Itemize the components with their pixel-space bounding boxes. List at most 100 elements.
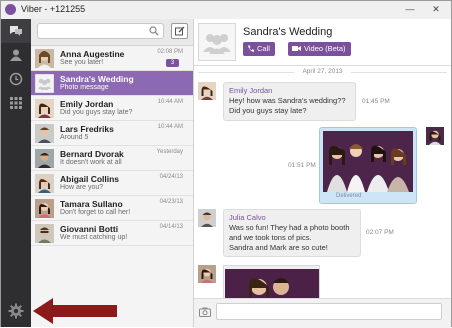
- video-label: Video (Beta): [304, 44, 346, 53]
- message-composer: [194, 298, 451, 328]
- last-message: Did you guys stay late?: [60, 109, 133, 116]
- group-avatar-icon: [203, 34, 231, 54]
- search-icon: [149, 26, 159, 36]
- rail-contacts[interactable]: [1, 43, 31, 67]
- contact-name: Tamara Sullano: [60, 199, 123, 209]
- call-label: Call: [257, 44, 270, 53]
- message-time: 04/14/13: [159, 224, 183, 230]
- message-text: Was so fun! They had a photo booth: [229, 223, 350, 232]
- close-button[interactable]: ✕: [429, 3, 443, 15]
- message-time: Yesterday: [156, 149, 183, 155]
- sender-name: Julia Calvo: [229, 213, 266, 222]
- conversation-item[interactable]: Abigail Collins How are you? 04/24/13: [31, 171, 193, 196]
- chat-panel: Sandra's Wedding Call Video (Beta) April…: [194, 19, 451, 328]
- contact-name: Lars Fredriks: [60, 124, 114, 134]
- search-bar: [31, 19, 193, 46]
- avatar: [198, 265, 216, 283]
- chat-bubbles-icon: [10, 26, 22, 36]
- incoming-photo-message[interactable]: [223, 265, 320, 298]
- message-time: 01:45 PM: [362, 98, 390, 105]
- last-message: We must catching up!: [60, 234, 128, 241]
- photo-image: [225, 269, 319, 298]
- message-bubble: Emily Jordan Hey! how was Sandra's weddi…: [223, 82, 356, 121]
- contact-name: Sandra's Wedding: [60, 74, 134, 84]
- message-text: Sandra and Mark are so cute!: [229, 243, 328, 252]
- photo-image: [323, 131, 413, 192]
- contact-name: Anna Augestine: [60, 49, 125, 59]
- conversation-item[interactable]: Lars Fredriks Around 5 10:44 AM: [31, 121, 193, 146]
- avatar: [35, 124, 54, 143]
- chat-title: Sandra's Wedding: [243, 26, 333, 38]
- avatar: [198, 209, 216, 227]
- message-time: 10:44 AM: [157, 124, 183, 130]
- compose-icon: [175, 26, 185, 36]
- conversation-item[interactable]: Emily Jordan Did you guys stay late? 10:…: [31, 96, 193, 121]
- contact-name: Emily Jordan: [60, 99, 114, 109]
- message-time: 10:44 AM: [157, 99, 183, 105]
- conversation-item-selected[interactable]: Sandra's Wedding Photo message: [31, 71, 193, 96]
- outgoing-photo-message[interactable]: Delivered: [319, 127, 417, 204]
- viber-logo-icon: [5, 4, 16, 15]
- last-message: See you later!: [60, 59, 104, 66]
- message-time: 02:08 PM: [157, 49, 183, 55]
- camera-icon[interactable]: [199, 307, 211, 317]
- message-text: and we took tons of pics.: [229, 233, 312, 242]
- viber-window: Viber - +121255 — ✕ Anna Augestine See y…: [0, 0, 452, 328]
- avatar: [35, 224, 54, 243]
- last-message: Photo message: [60, 84, 109, 91]
- left-rail: [1, 19, 31, 327]
- contacts-icon: [10, 49, 22, 61]
- conversation-item[interactable]: Bernard Dvorak It doesn't work at all Ye…: [31, 146, 193, 171]
- sender-name: Emily Jordan: [229, 86, 273, 95]
- annotation-arrow-icon: [33, 298, 117, 324]
- conversation-list-panel: Anna Augestine See you later! 02:08 PM 3…: [31, 19, 194, 327]
- dialpad-icon: [10, 97, 22, 109]
- recents-clock-icon: [9, 72, 23, 86]
- last-message: How are you?: [60, 184, 104, 191]
- conversation-list: Anna Augestine See you later! 02:08 PM 3…: [31, 46, 193, 246]
- avatar: [35, 49, 54, 68]
- video-call-button[interactable]: Video (Beta): [288, 42, 351, 56]
- avatar: [198, 82, 216, 100]
- message-text: Hey! how was Sandra's wedding??: [229, 96, 346, 105]
- contact-name: Giovanni Botti: [60, 224, 119, 234]
- rail-settings[interactable]: [1, 299, 31, 323]
- avatar: [35, 149, 54, 168]
- avatar: [35, 99, 54, 118]
- group-avatar: [198, 23, 236, 61]
- conversation-item[interactable]: Tamara Sullano Don't forget to call her!…: [31, 196, 193, 221]
- rail-recents[interactable]: [1, 67, 31, 91]
- message-bubble: Julia Calvo Was so fun! They had a photo…: [223, 209, 361, 257]
- message-time: 04/24/13: [159, 174, 183, 180]
- message-time: 01:51 PM: [288, 162, 316, 169]
- contact-name: Abigail Collins: [60, 174, 120, 184]
- title-bar: Viber - +121255 — ✕: [1, 1, 451, 20]
- phone-icon: [248, 45, 255, 52]
- message-input[interactable]: [216, 303, 442, 320]
- window-title: Viber - +121255: [21, 4, 86, 14]
- conversation-item[interactable]: Anna Augestine See you later! 02:08 PM 3: [31, 46, 193, 71]
- last-message: It doesn't work at all: [60, 159, 122, 166]
- group-avatar-icon: [35, 74, 54, 93]
- rail-chats[interactable]: [1, 19, 31, 43]
- unread-badge: 3: [166, 59, 179, 67]
- delivered-status: Delivered: [336, 193, 362, 199]
- compose-button[interactable]: [171, 23, 188, 39]
- date-divider-right: [351, 72, 447, 73]
- conversation-item[interactable]: Giovanni Botti We must catching up! 04/1…: [31, 221, 193, 246]
- avatar: [35, 199, 54, 218]
- avatar: [35, 174, 54, 193]
- last-message: Around 5: [60, 134, 89, 141]
- avatar: [426, 127, 444, 145]
- video-camera-icon: [292, 46, 301, 51]
- contact-name: Bernard Dvorak: [60, 149, 124, 159]
- rail-dialpad[interactable]: [1, 91, 31, 115]
- call-button[interactable]: Call: [243, 42, 275, 56]
- search-input[interactable]: [37, 23, 164, 39]
- message-text: Did you guys stay late?: [229, 106, 307, 115]
- message-time: 02:07 PM: [366, 229, 394, 236]
- chat-header: Sandra's Wedding Call Video (Beta): [194, 19, 451, 66]
- last-message: Don't forget to call her!: [60, 209, 131, 216]
- minimize-button[interactable]: —: [403, 3, 417, 15]
- message-time: 04/23/13: [159, 199, 183, 205]
